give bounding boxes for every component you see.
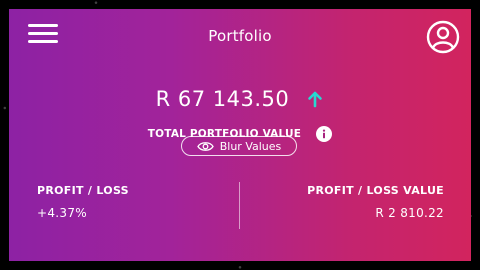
total-value-row: R 67 143.50 [9, 87, 471, 117]
page-title: Portfolio [208, 27, 272, 45]
profit-loss-value-stat: PROFIT / LOSS VALUE R 2 810.22 [307, 184, 444, 220]
blur-values-label: Blur Values [219, 139, 282, 153]
eye-icon [196, 141, 214, 151]
app-header: Portfolio [9, 9, 471, 63]
blur-values-button[interactable]: Blur Values [181, 136, 297, 156]
profit-loss-label: PROFIT / LOSS [37, 184, 129, 197]
profit-loss-amount: R 2 810.22 [375, 206, 444, 220]
profit-loss-value-label: PROFIT / LOSS VALUE [307, 184, 444, 197]
arrow-up-icon [308, 91, 323, 108]
portfolio-screen: Portfolio R 67 143.50 TOTAL PORTFOLIO VA… [9, 9, 471, 261]
info-icon[interactable] [316, 125, 333, 142]
profit-loss-percent: +4.37% [37, 206, 87, 220]
profit-loss-stat: PROFIT / LOSS +4.37% [37, 184, 129, 220]
total-portfolio-value: R 67 143.50 [155, 87, 290, 111]
stats-divider [239, 182, 240, 229]
user-account-icon[interactable] [426, 20, 460, 54]
